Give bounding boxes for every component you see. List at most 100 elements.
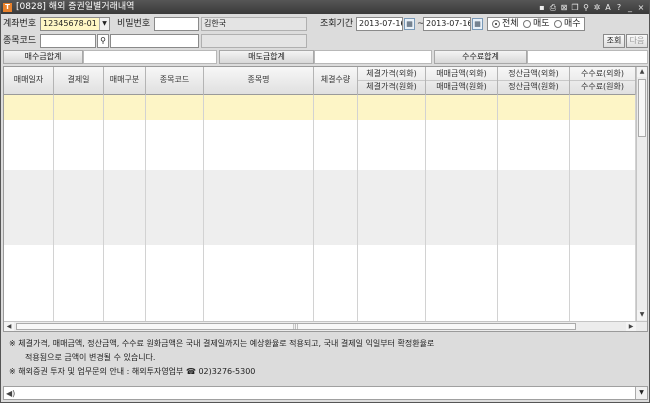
radio-all-label: 전체 — [502, 19, 519, 29]
app-icon: T — [3, 3, 12, 12]
column-header[interactable]: 정산금액(외화) 정산금액(원화) — [498, 67, 570, 95]
speaker-icon: ◀) — [6, 389, 16, 398]
column-header[interactable]: 체결수량 — [314, 67, 358, 95]
column-header[interactable]: 매매일자 — [4, 67, 54, 95]
column-divider — [203, 95, 204, 321]
column-header[interactable]: 체결가격(외화) 체결가격(원화) — [358, 67, 426, 95]
title-bar: T [0828] 해외 증권일별거래내역 ▪ ⎙ ⊠ ❐ ⚲ ✲ A? _ × — [1, 1, 649, 14]
password-label: 비밀번호 — [117, 19, 151, 29]
transaction-table: 매매일자 결제일 매매구분 종목코드 종목명 체결수량 체결가격(외화) 체결가격(원화) 매매… — [3, 66, 648, 332]
vertical-scrollbar[interactable]: ▲ ▼ — [636, 67, 647, 321]
column-header-label: 결제일 — [67, 75, 90, 84]
column-divider — [53, 95, 54, 321]
period-label: 조회기간 — [320, 19, 354, 29]
column-header-labels: 수수료(외화) 수수료(원화) — [570, 67, 635, 93]
column-header-labels: 체결가격(외화) 체결가격(원화) — [358, 67, 425, 93]
table-body[interactable] — [4, 95, 637, 321]
column-header-label: 체결가격(외화) — [366, 69, 417, 78]
account-label: 계좌번호 — [3, 19, 37, 29]
help-icon[interactable]: ? — [614, 2, 624, 13]
stock-name-input[interactable] — [110, 34, 199, 48]
search-icon[interactable]: ⚲ — [97, 34, 109, 48]
calendar-icon[interactable]: ▦ — [472, 18, 483, 30]
main-window: T [0828] 해외 증권일별거래내역 ▪ ⎙ ⊠ ❐ ⚲ ✲ A? _ × 계좌번호 123… — [0, 0, 650, 403]
query-row: 계좌번호 12345678-01 ▼ 비밀번호 김한국 조회기간 2013-07… — [3, 16, 648, 32]
column-divider — [357, 95, 358, 321]
stock-code-input[interactable] — [40, 34, 96, 48]
column-divider — [313, 95, 314, 321]
column-header[interactable]: 매매금액(외화) 매매금액(원화) — [426, 67, 498, 95]
column-header-label: 매매구분 — [109, 75, 140, 84]
selected-row[interactable] — [4, 95, 637, 120]
vertical-scroll-thumb[interactable] — [638, 79, 646, 137]
date-to-field[interactable]: 2013-07-16 — [423, 17, 471, 31]
pin-icon[interactable]: ⚲ — [581, 2, 591, 13]
stock-code-label: 종목코드 — [3, 36, 37, 46]
bookmark-icon[interactable]: ▪ — [537, 2, 547, 13]
scroll-left-icon[interactable]: ◀ — [4, 322, 14, 331]
table-row[interactable] — [4, 120, 637, 145]
password-field[interactable] — [154, 17, 199, 31]
font-size-icon[interactable]: A — [603, 2, 613, 13]
column-header[interactable]: 매매구분 — [104, 67, 146, 95]
column-header-label: 종목코드 — [159, 75, 190, 84]
sell-total-label: 매도금합계 — [219, 50, 314, 64]
column-header[interactable]: 수수료(외화) 수수료(원화) — [570, 67, 636, 95]
table-header: 매매일자 결제일 매매구분 종목코드 종목명 체결수량 체결가격(외화) 체결가격(원화) 매매… — [4, 67, 637, 95]
trade-type-group: 전체 매도 매수 — [487, 17, 585, 31]
radio-all[interactable] — [492, 20, 500, 28]
settings-icon[interactable]: ✲ — [592, 2, 602, 13]
window-title: [0828] 해외 증권일별거래내역 — [16, 2, 135, 12]
column-header-label: 체결수량 — [320, 75, 351, 84]
title-toolbar: ▪ ⎙ ⊠ ❐ ⚲ ✲ A? _ × — [537, 2, 646, 13]
scroll-right-icon[interactable]: ▶ — [626, 322, 636, 331]
calendar-icon[interactable]: ▦ — [404, 18, 415, 30]
radio-sell[interactable] — [523, 20, 531, 28]
scroll-up-icon[interactable]: ▲ — [637, 67, 647, 77]
column-header[interactable]: 결제일 — [54, 67, 104, 95]
radio-buy[interactable] — [554, 20, 562, 28]
column-header-labels: 정산금액(외화) 정산금액(원화) — [498, 67, 569, 93]
next-button[interactable]: 다음 — [626, 34, 648, 48]
copy-icon[interactable]: ❐ — [570, 2, 580, 13]
column-header-label: 수수료(외화) — [580, 69, 625, 78]
radio-sell-label: 매도 — [533, 19, 550, 29]
column-header-sublabel: 체결가격(원화) — [358, 80, 425, 93]
fee-total-value — [527, 50, 648, 64]
print-icon[interactable]: ⎙ — [548, 2, 558, 13]
table-row[interactable] — [4, 245, 637, 321]
date-from-field[interactable]: 2013-07-16 — [356, 17, 403, 31]
account-name: 김한국 — [201, 17, 307, 31]
horizontal-scrollbar[interactable]: ◀ ||| ▶ — [4, 321, 647, 331]
screen-number: 0828 — [19, 2, 43, 12]
account-combo[interactable]: 12345678-01 ▼ — [40, 17, 110, 31]
sell-total-value — [314, 50, 432, 64]
column-header-label: 매매일자 — [13, 75, 44, 84]
table-row[interactable] — [4, 170, 637, 245]
query-button[interactable]: 조회 — [603, 34, 625, 48]
scroll-down-icon[interactable]: ▼ — [637, 310, 647, 320]
column-header[interactable]: 종목명 — [204, 67, 314, 95]
phone-icon: ☎ — [185, 367, 196, 376]
column-header-sublabel: 매매금액(원화) — [426, 80, 497, 93]
notice-line-3: ※ 해외증권 투자 및 업무문의 안내 : 해외투자영업부 ☎ 02)3276-… — [9, 366, 255, 378]
excel-icon[interactable]: ⊠ — [559, 2, 569, 13]
horizontal-scroll-thumb[interactable]: ||| — [16, 323, 576, 330]
stock-info-field — [201, 34, 307, 48]
table-row[interactable] — [4, 145, 637, 170]
column-header[interactable]: 종목코드 — [146, 67, 204, 95]
column-header-label: 종목명 — [247, 75, 270, 84]
buy-total-label: 매수금합계 — [3, 50, 83, 64]
column-divider — [497, 95, 498, 321]
minimize-icon[interactable]: _ — [625, 2, 635, 13]
column-header-labels: 매매금액(외화) 매매금액(원화) — [426, 67, 497, 93]
close-icon[interactable]: × — [636, 2, 646, 13]
account-value: 12345678-01 — [43, 19, 97, 28]
chevron-down-icon[interactable]: ▼ — [99, 18, 109, 30]
chevron-down-icon[interactable]: ▼ — [635, 387, 647, 399]
column-header-label: 정산금액(외화) — [508, 69, 559, 78]
fee-total-label: 수수료합계 — [434, 50, 527, 64]
notice-panel: ※ 체결가격, 매매금액, 정산금액, 수수료 원화금액은 국내 결제일까지는 … — [3, 334, 648, 384]
stock-row: 종목코드 ⚲ 조회 다음 — [3, 33, 648, 49]
column-divider — [145, 95, 146, 321]
